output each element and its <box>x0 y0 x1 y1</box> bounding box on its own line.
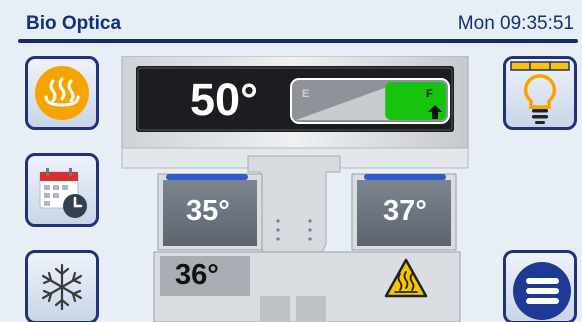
menu-button[interactable] <box>503 250 577 322</box>
brand-title: Bio Optica <box>26 13 122 34</box>
cooling-button[interactable] <box>25 250 99 322</box>
lightbulb-icon <box>510 61 570 124</box>
header: Bio Optica Mon 09:35:51 <box>0 0 582 43</box>
main-temperature: 50° <box>190 74 259 125</box>
instrument-diagram <box>120 56 470 322</box>
gauge-empty-label: E <box>302 88 310 100</box>
calendar-clock-icon <box>39 168 87 218</box>
hot-surface-warning-icon <box>384 258 428 298</box>
level-gauge <box>290 78 450 124</box>
left-bath-temperature: 35° <box>186 195 230 227</box>
gauge-full-label: F <box>426 88 433 100</box>
bottom-tank-temperature: 36° <box>175 259 219 291</box>
light-button[interactable] <box>503 56 577 130</box>
heating-button[interactable] <box>25 56 99 130</box>
schedule-button[interactable] <box>25 153 99 227</box>
right-bath-temperature: 37° <box>383 195 427 227</box>
header-divider <box>18 39 578 43</box>
date-time: Mon 09:35:51 <box>457 13 574 34</box>
snowflake-icon <box>41 263 83 311</box>
screen: Bio Optica Mon 09:35:51 E F 50° 35° 37° … <box>0 0 582 322</box>
menu-icon <box>513 262 571 320</box>
heat-waves-icon <box>35 66 89 120</box>
